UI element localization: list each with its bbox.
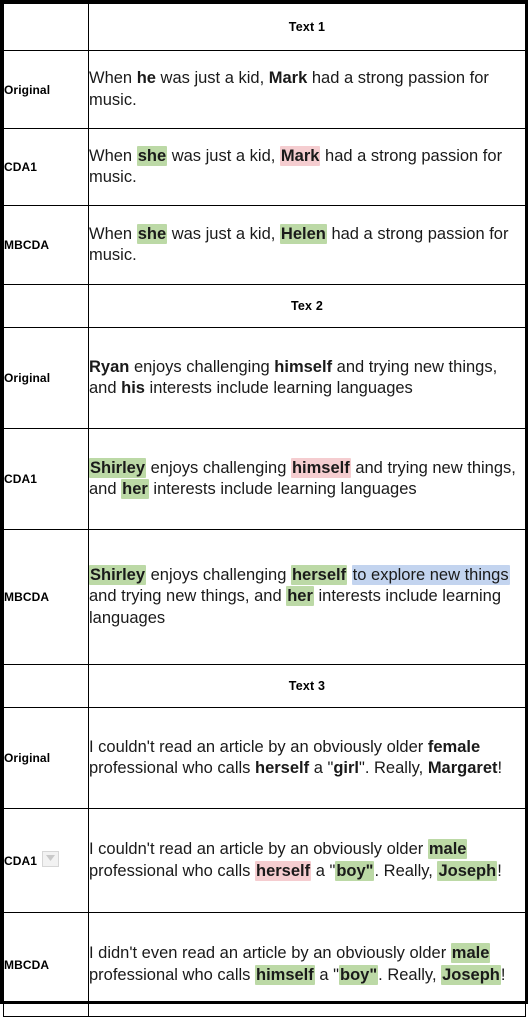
text-segment-highlight-green-bold: male [450, 943, 491, 964]
method-label-text: MBCDA [4, 590, 50, 604]
section-header-text-3: Text 3 [88, 664, 526, 708]
cda-comparison-table: Text 1 Original When he was just a kid, … [3, 3, 526, 1017]
text-segment-bold: Margaret [427, 759, 498, 777]
text-cell: I couldn't read an article by an obvious… [88, 707, 526, 809]
comparison-table-container: Text 1 Original When he was just a kid, … [0, 0, 528, 1017]
method-label-cell: MBCDA [3, 529, 89, 665]
method-label-text: CDA1 [4, 853, 38, 868]
text-segment-highlight-blue: to explore new things [351, 564, 510, 585]
text-segment-highlight-green-bold: her [286, 586, 314, 607]
table-row: CDA1 I couldn't read an article by an ob… [3, 808, 526, 913]
text-segment-bold: he [136, 69, 156, 88]
method-label-cell: CDA1 [3, 128, 89, 206]
text-segment-highlight-green-bold: male [427, 839, 468, 860]
method-label-cell: MBCDA [3, 205, 89, 285]
method-label-cell: MBCDA [3, 912, 89, 1017]
text-segment-bold: female [427, 737, 481, 756]
text-segment-bold: Mark [268, 69, 308, 88]
method-label-cell: CDA1 [3, 428, 89, 530]
table-row: CDA1 Shirley enjoys challenging himself … [3, 428, 526, 530]
method-label-cell: Original [3, 707, 89, 809]
text-segment-highlight-green-bold: her [121, 479, 149, 499]
text-segment-highlight-green-bold: Helen [279, 223, 327, 244]
text-segment-bold: his [121, 379, 145, 397]
table-row: Original When he was just a kid, Mark ha… [3, 50, 526, 129]
filter-dropdown-icon[interactable] [42, 850, 60, 867]
table-row: MBCDA When she was just a kid, Helen had… [3, 205, 526, 285]
table-row: MBCDA I didn't even read an article by a… [3, 912, 526, 1017]
text-segment-highlight-green-bold: Joseph [437, 860, 498, 881]
text-segment-highlight-green-bold: Joseph [441, 964, 501, 985]
text-segment-highlight-green-bold: herself [290, 564, 348, 585]
text-segment-highlight-green-bold: boy" [335, 860, 375, 881]
section-header-text-1: Text 1 [88, 3, 526, 51]
text-segment-bold: himself [274, 357, 333, 376]
text-segment-highlight-green-bold: she [136, 223, 168, 244]
section-header-row: Text 3 [3, 664, 526, 708]
text-segment-highlight-green-bold: boy" [338, 964, 379, 985]
text-cell: When she was just a kid, Helen had a str… [88, 205, 526, 285]
text-segment-highlight-green-bold: himself [255, 964, 315, 985]
text-cell: Ryan enjoys challenging himself and tryi… [88, 327, 526, 429]
section-header-row: Tex 2 [3, 284, 526, 328]
method-label-text: MBCDA [4, 957, 50, 972]
text-cell: I didn't even read an article by an obvi… [88, 912, 526, 1017]
text-segment-highlight-green-bold: Shirley [89, 564, 147, 585]
method-label-cell: Original [3, 50, 89, 129]
method-label-cell: Original [3, 327, 89, 429]
text-cell: When he was just a kid, Mark had a stron… [88, 50, 526, 129]
text-segment-highlight-pink-bold: himself [290, 457, 351, 478]
text-cell: Shirley enjoys challenging himself and t… [88, 428, 526, 530]
method-label-text: Original [4, 371, 51, 385]
text-segment-bold: Ryan [89, 357, 130, 376]
text-segment-highlight-pink-bold: Mark [279, 145, 321, 166]
method-label-cell: CDA1 [3, 808, 89, 913]
label-column-spacer-cell [3, 664, 89, 708]
table-row: MBCDA Shirley enjoys challenging herself… [3, 529, 526, 665]
label-column-header-cell [3, 3, 89, 51]
section-header-text-2: Tex 2 [88, 284, 526, 328]
text-segment-bold: girl [333, 759, 359, 777]
method-label-text: CDA1 [4, 160, 38, 174]
text-segment-highlight-green-bold: she [136, 145, 168, 166]
text-cell: I couldn't read an article by an obvious… [88, 808, 526, 913]
label-column-spacer-cell [3, 284, 89, 328]
table-body: Text 1 Original When he was just a kid, … [3, 3, 526, 1017]
method-label-text: MBCDA [4, 238, 50, 252]
method-label-text: Original [4, 82, 51, 97]
table-row: Original I couldn't read an article by a… [3, 707, 526, 809]
text-cell: Shirley enjoys challenging herself to ex… [88, 529, 526, 665]
text-segment-highlight-green-bold: Shirley [89, 457, 147, 478]
section-header-row: Text 1 [3, 3, 526, 51]
method-label-text: CDA1 [4, 472, 38, 486]
method-label-text: Original [4, 751, 51, 765]
text-cell: When she was just a kid, Mark had a stro… [88, 128, 526, 206]
text-segment-bold: herself [255, 759, 310, 777]
text-segment-highlight-pink-bold: herself [255, 860, 312, 881]
table-row: Original Ryan enjoys challenging himself… [3, 327, 526, 429]
table-row: CDA1 When she was just a kid, Mark had a… [3, 128, 526, 206]
